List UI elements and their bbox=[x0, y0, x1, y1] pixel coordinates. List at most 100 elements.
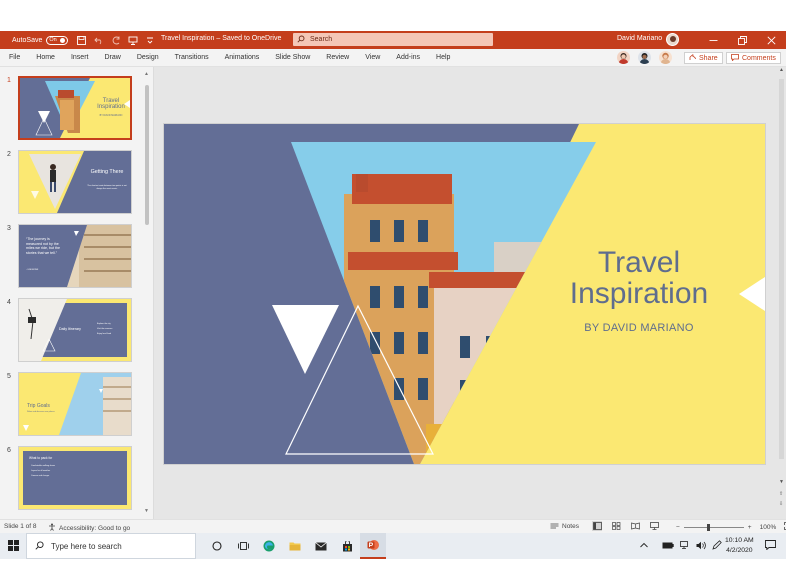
tab-home[interactable]: Home bbox=[28, 54, 63, 61]
cortana-icon[interactable] bbox=[204, 533, 230, 559]
thumbnail-number: 1 bbox=[7, 77, 11, 84]
tab-design[interactable]: Design bbox=[129, 54, 167, 61]
thumb-3-cite: – UNKNOWN bbox=[26, 269, 39, 271]
slide-subtitle[interactable]: BY DAVID MARIANO bbox=[559, 322, 719, 334]
powerpoint-window: AutoSave On Travel Inspiration – Saved t… bbox=[0, 0, 786, 587]
search-box[interactable]: Search bbox=[293, 33, 493, 46]
minimize-icon[interactable] bbox=[699, 31, 728, 49]
scrollbar-thumb[interactable] bbox=[779, 79, 784, 459]
comment-icon bbox=[731, 53, 739, 63]
undo-icon[interactable] bbox=[93, 35, 104, 46]
accessibility-icon bbox=[48, 523, 56, 533]
scroll-down-icon[interactable]: ▼ bbox=[779, 479, 784, 485]
comments-button[interactable]: Comments bbox=[726, 52, 781, 64]
volume-icon[interactable] bbox=[696, 541, 706, 552]
store-icon[interactable] bbox=[334, 533, 360, 559]
work-area: 1 Travel Inspiration BY DAVID MARIANO 2 bbox=[0, 67, 786, 519]
thumb-5-body: Relax and discover new places bbox=[27, 411, 55, 413]
thumb-1-sub: BY DAVID MARIANO bbox=[99, 114, 123, 117]
notes-button[interactable]: Notes bbox=[550, 522, 579, 531]
scroll-down-icon[interactable]: ▼ bbox=[144, 508, 149, 514]
thumb-4-item: Visit the museum bbox=[97, 328, 113, 330]
slide-thumbnail-6[interactable]: What to pack for Comfortable walking sho… bbox=[18, 446, 132, 510]
tab-review[interactable]: Review bbox=[318, 54, 357, 61]
slide-sorter-icon[interactable] bbox=[611, 521, 621, 531]
accessibility-status[interactable]: Accessibility: Good to go bbox=[48, 523, 130, 533]
thumbnail-number: 4 bbox=[7, 299, 11, 306]
slide-title[interactable]: Travel Inspiration bbox=[559, 247, 719, 309]
collaborator-avatar[interactable] bbox=[638, 51, 651, 64]
zoom-level[interactable]: 100% bbox=[760, 524, 777, 531]
thumbnail-art bbox=[19, 225, 131, 287]
slide-thumbnail-5[interactable]: Trip Goals Relax and discover new places bbox=[18, 372, 132, 436]
pen-ink-icon[interactable] bbox=[712, 540, 722, 552]
mail-icon[interactable] bbox=[308, 533, 334, 559]
restore-icon[interactable] bbox=[728, 31, 757, 49]
thumb-1-title: Travel Inspiration bbox=[97, 98, 125, 110]
thumb-6-item: Comfortable walking shoes bbox=[31, 465, 56, 467]
zoom-slider-thumb[interactable] bbox=[706, 523, 710, 531]
file-explorer-icon[interactable] bbox=[282, 533, 308, 559]
tab-draw[interactable]: Draw bbox=[96, 54, 128, 61]
system-clock[interactable]: 10:10 AM 4/2/2020 bbox=[725, 536, 754, 556]
reading-view-icon[interactable] bbox=[630, 521, 640, 531]
tab-file[interactable]: File bbox=[0, 54, 28, 61]
show-hidden-icons-icon[interactable] bbox=[640, 542, 648, 550]
notification-center-icon[interactable] bbox=[765, 540, 776, 552]
tab-insert[interactable]: Insert bbox=[63, 54, 97, 61]
thumb-2-title: Getting There bbox=[90, 169, 124, 175]
zoom-control: − + 100% bbox=[676, 522, 786, 532]
slide-thumbnail-1[interactable]: Travel Inspiration BY DAVID MARIANO bbox=[18, 76, 132, 140]
redo-icon[interactable] bbox=[110, 35, 121, 46]
scrollbar-thumb[interactable] bbox=[145, 85, 149, 225]
account-avatar[interactable] bbox=[666, 33, 679, 46]
thumb-4-item: Enjoy local food bbox=[97, 333, 112, 335]
zoom-out-icon[interactable]: − bbox=[676, 524, 680, 531]
screen-bottom-margin bbox=[0, 559, 786, 587]
previous-slide-icon[interactable]: ⇧ bbox=[779, 491, 783, 497]
collaborator-avatar[interactable] bbox=[617, 51, 630, 64]
share-button[interactable]: Share bbox=[684, 52, 723, 64]
slide-show-icon[interactable] bbox=[649, 521, 659, 531]
ribbon-tabs: File Home Insert Draw Design Transitions… bbox=[0, 49, 786, 67]
account-name[interactable]: David Mariano bbox=[617, 35, 662, 42]
slide-thumbnail-3[interactable]: “The journey is measured not by the mile… bbox=[18, 224, 132, 288]
zoom-slider[interactable] bbox=[683, 523, 744, 531]
network-icon[interactable] bbox=[680, 541, 690, 551]
tab-transitions[interactable]: Transitions bbox=[167, 54, 217, 61]
customize-qat-icon[interactable] bbox=[144, 35, 155, 46]
zoom-in-icon[interactable]: + bbox=[748, 524, 752, 531]
scroll-up-icon[interactable]: ▲ bbox=[779, 67, 784, 73]
close-icon[interactable] bbox=[757, 31, 786, 49]
slide-thumbnail-2[interactable]: Getting There The shortest route between… bbox=[18, 150, 132, 214]
tab-view[interactable]: View bbox=[357, 54, 388, 61]
windows-start-icon[interactable] bbox=[8, 540, 19, 553]
collaborator-avatar[interactable] bbox=[659, 51, 672, 64]
tab-slide-show[interactable]: Slide Show bbox=[267, 54, 318, 61]
next-slide-icon[interactable]: ⇩ bbox=[779, 501, 783, 507]
slide-thumbnail-4[interactable]: Daily Itinerary Explore the city Visit t… bbox=[18, 298, 132, 362]
view-switcher bbox=[592, 521, 659, 531]
editor-scrollbar[interactable]: ▲ ▼ ⇧ ⇩ bbox=[777, 67, 786, 519]
present-icon[interactable] bbox=[127, 35, 138, 46]
thumbnail-scrollbar[interactable]: ▲ ▼ bbox=[143, 71, 151, 515]
autosave-state: On bbox=[49, 37, 57, 43]
edge-browser-icon[interactable] bbox=[256, 533, 282, 559]
tab-help[interactable]: Help bbox=[428, 54, 458, 61]
taskbar-apps bbox=[204, 533, 386, 559]
taskbar-search-placeholder: Type here to search bbox=[51, 541, 122, 551]
collaborator-avatars bbox=[617, 51, 672, 64]
autosave-toggle[interactable]: On bbox=[46, 35, 69, 45]
powerpoint-app-icon[interactable] bbox=[360, 533, 386, 559]
tab-add-ins[interactable]: Add-ins bbox=[388, 54, 428, 61]
scroll-up-icon[interactable]: ▲ bbox=[144, 71, 149, 77]
window-controls bbox=[699, 31, 786, 49]
battery-icon[interactable] bbox=[662, 542, 674, 551]
normal-view-icon[interactable] bbox=[592, 521, 602, 531]
taskbar-search[interactable]: Type here to search bbox=[26, 533, 196, 559]
tab-animations[interactable]: Animations bbox=[217, 54, 268, 61]
thumb-6-item: Layers for all weather bbox=[31, 470, 51, 472]
task-view-icon[interactable] bbox=[230, 533, 256, 559]
save-icon[interactable] bbox=[76, 35, 87, 46]
system-tray bbox=[640, 533, 722, 559]
